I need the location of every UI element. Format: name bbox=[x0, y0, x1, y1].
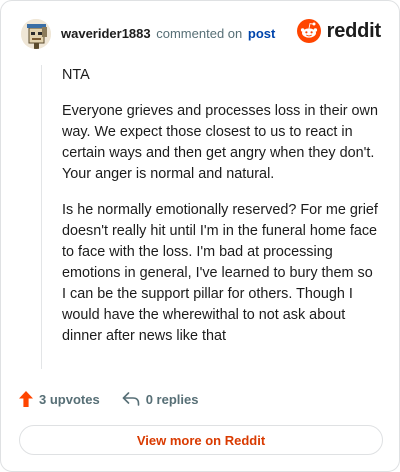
post-link[interactable]: post bbox=[248, 26, 275, 41]
comment-paragraph: NTA bbox=[62, 67, 90, 83]
comment-paragraph: Is he normally emotionally reserved? For… bbox=[62, 202, 378, 344]
reply-arrow-icon bbox=[122, 392, 139, 406]
reddit-wordmark: reddit bbox=[326, 19, 382, 42]
comment-embed-card: waverider1883 commented on post reddit N… bbox=[0, 0, 400, 472]
reddit-logo-icon bbox=[296, 19, 321, 43]
comment-body: NTA Everyone grieves and processes loss … bbox=[62, 65, 380, 362]
view-more-on-reddit-button[interactable]: View more on Reddit bbox=[19, 425, 383, 455]
upvotes-stat[interactable]: 3 upvotes bbox=[19, 391, 100, 407]
comment-meta: waverider1883 commented on post bbox=[61, 26, 275, 42]
reddit-brand[interactable]: reddit bbox=[296, 19, 382, 43]
commented-on-text: commented on bbox=[156, 26, 243, 41]
username-link[interactable]: waverider1883 bbox=[61, 26, 151, 41]
comment-header: waverider1883 commented on post bbox=[21, 19, 275, 49]
upvote-arrow-icon bbox=[19, 391, 33, 407]
comment-paragraph: Everyone grieves and processes loss in t… bbox=[62, 103, 378, 182]
comment-body-thread-line: NTA Everyone grieves and processes loss … bbox=[41, 65, 382, 369]
upvotes-count: 3 upvotes bbox=[39, 391, 100, 407]
replies-count: 0 replies bbox=[145, 391, 199, 407]
replies-stat[interactable]: 0 replies bbox=[122, 391, 199, 407]
avatar[interactable] bbox=[21, 19, 51, 49]
comment-stats: 3 upvotes 0 replies bbox=[19, 391, 198, 407]
